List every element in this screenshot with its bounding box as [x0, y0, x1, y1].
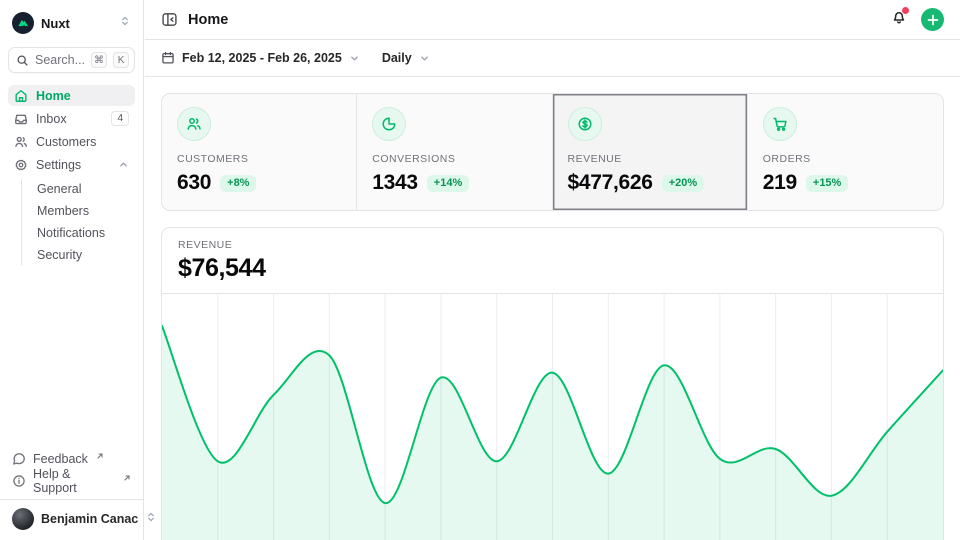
- stat-card-customers[interactable]: CUSTOMERS 630 +8%: [162, 94, 357, 210]
- stats-cards: CUSTOMERS 630 +8% CONVERSIONS 1343 +14%: [161, 93, 944, 211]
- subitem-label: General: [37, 182, 81, 196]
- plus-icon: [927, 14, 939, 26]
- sidebar-nav: Home Inbox 4 Customers Sett: [8, 85, 135, 265]
- sidebar-subitem-members[interactable]: Members: [22, 201, 135, 221]
- sidebar-item-label: Inbox: [36, 112, 67, 126]
- workspace-switcher[interactable]: Nuxt: [8, 8, 135, 38]
- user-name: Benjamin Canac: [41, 512, 138, 526]
- stat-value: 630: [177, 171, 211, 195]
- stat-label: CUSTOMERS: [177, 153, 341, 165]
- search-placeholder: Search...: [35, 53, 85, 67]
- revenue-chart-card: REVENUE $76,544 14 Feb16 Feb18 Feb20 Feb…: [161, 227, 944, 540]
- sidebar-item-label: Customers: [36, 135, 96, 149]
- sidebar-subitem-notifications[interactable]: Notifications: [22, 223, 135, 243]
- feedback-label: Feedback: [33, 452, 88, 466]
- unread-dot: [902, 7, 909, 14]
- gear-icon: [14, 158, 28, 172]
- chevron-up-down-icon: [119, 14, 131, 32]
- chevron-down-icon: [349, 53, 360, 64]
- sidebar-item-label: Home: [36, 89, 71, 103]
- kbd-k: K: [113, 52, 129, 68]
- inbox-icon: [14, 112, 28, 126]
- workspace-name: Nuxt: [41, 16, 112, 31]
- date-range-picker[interactable]: Feb 12, 2025 - Feb 26, 2025: [161, 51, 360, 65]
- sidebar: Nuxt Search... ⌘ K Home: [0, 0, 144, 540]
- granularity-label: Daily: [382, 51, 412, 65]
- chevron-down-icon: [419, 53, 430, 64]
- stat-card-revenue[interactable]: REVENUE $477,626 +20%: [553, 94, 748, 210]
- stat-card-orders[interactable]: ORDERS 219 +15%: [748, 94, 943, 210]
- info-circle-icon: [12, 474, 26, 488]
- subitem-label: Notifications: [37, 226, 105, 240]
- sidebar-item-label: Settings: [36, 158, 81, 172]
- settings-subnav: General Members Notifications Security: [21, 179, 135, 265]
- pie-chart-icon: [372, 107, 406, 141]
- users-icon: [14, 135, 28, 149]
- stat-change-badge: +8%: [220, 175, 256, 192]
- help-support-label: Help & Support: [33, 467, 115, 495]
- cart-icon: [763, 107, 797, 141]
- add-button[interactable]: [921, 8, 944, 31]
- stat-change-badge: +15%: [806, 175, 848, 192]
- stat-change-badge: +20%: [662, 175, 704, 192]
- sidebar-subitem-security[interactable]: Security: [22, 245, 135, 265]
- user-menu[interactable]: Benjamin Canac: [8, 500, 135, 532]
- calendar-icon: [161, 51, 175, 65]
- subitem-label: Security: [37, 248, 82, 262]
- sidebar-subitem-general[interactable]: General: [22, 179, 135, 199]
- search-icon: [16, 54, 29, 67]
- sidebar-item-inbox[interactable]: Inbox 4: [8, 108, 135, 129]
- stat-value: 1343: [372, 171, 418, 195]
- kbd-meta: ⌘: [91, 52, 107, 68]
- sidebar-item-settings[interactable]: Settings: [8, 154, 135, 175]
- circle-dollar-icon: [568, 107, 602, 141]
- subitem-label: Members: [37, 204, 89, 218]
- stat-label: ORDERS: [763, 153, 928, 165]
- chart-header: REVENUE $76,544: [162, 228, 943, 293]
- dashboard-content: CUSTOMERS 630 +8% CONVERSIONS 1343 +14%: [145, 77, 960, 540]
- date-range-label: Feb 12, 2025 - Feb 26, 2025: [182, 51, 342, 65]
- stat-label: CONVERSIONS: [372, 153, 536, 165]
- stat-change-badge: +14%: [427, 175, 469, 192]
- revenue-area-chart[interactable]: [162, 294, 943, 540]
- search-input[interactable]: Search... ⌘ K: [8, 47, 135, 73]
- chat-bubble-icon: [12, 452, 26, 466]
- help-support-link[interactable]: Help & Support: [8, 470, 135, 492]
- page-title: Home: [188, 12, 891, 28]
- sidebar-item-home[interactable]: Home: [8, 85, 135, 106]
- main-area: Home Feb 12, 2025 - Feb 26, 2025 Daily: [145, 0, 960, 540]
- stat-value: $477,626: [568, 171, 653, 195]
- chart-metric-value: $76,544: [178, 254, 927, 283]
- stat-value: 219: [763, 171, 797, 195]
- page-header: Home: [145, 0, 960, 40]
- collapse-sidebar-button[interactable]: [161, 11, 178, 28]
- chart-metric-label: REVENUE: [178, 239, 927, 251]
- home-icon: [14, 89, 28, 103]
- inbox-count-badge: 4: [111, 111, 129, 126]
- chevron-up-icon: [118, 159, 129, 170]
- dashboard-app: Nuxt Search... ⌘ K Home: [0, 0, 960, 540]
- external-link-icon: [123, 471, 131, 485]
- sidebar-item-customers[interactable]: Customers: [8, 131, 135, 152]
- users-icon: [177, 107, 211, 141]
- external-link-icon: [96, 449, 104, 463]
- notifications-button[interactable]: [891, 9, 907, 30]
- nuxt-logo-icon: [12, 12, 34, 34]
- stat-label: REVENUE: [568, 153, 732, 165]
- filters-toolbar: Feb 12, 2025 - Feb 26, 2025 Daily: [145, 40, 960, 77]
- granularity-select[interactable]: Daily: [382, 51, 430, 65]
- avatar: [12, 508, 34, 530]
- stat-card-conversions[interactable]: CONVERSIONS 1343 +14%: [357, 94, 552, 210]
